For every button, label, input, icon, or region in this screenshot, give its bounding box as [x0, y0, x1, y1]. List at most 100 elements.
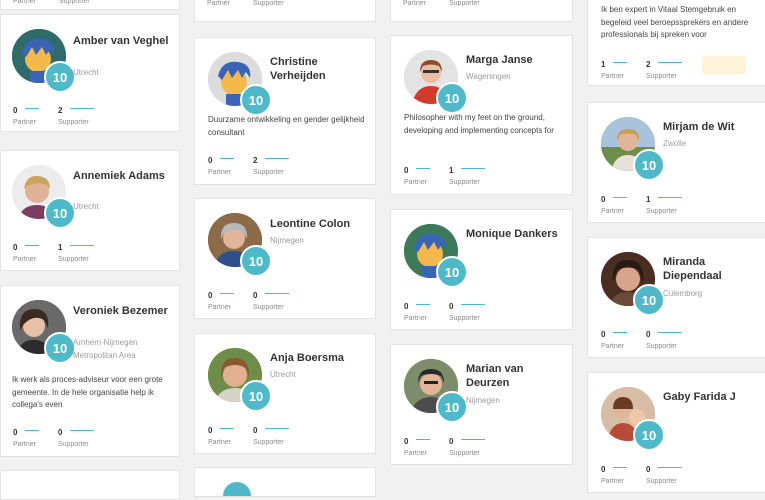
avatar[interactable]: 10 [208, 348, 272, 412]
partner-stat: 0 Partner [601, 189, 627, 215]
profile-name[interactable]: Veroniek Bezemer [73, 304, 173, 318]
profile-name[interactable]: Marian van Deurzen [466, 362, 566, 390]
profile-card-amber[interactable]: 10 Amber van Veghel Utrecht 0 Partner 2 Su… [0, 14, 180, 132]
avatar[interactable]: 10 [208, 213, 272, 277]
profile-card-gaby[interactable]: 10 Gaby Farida J 0 Partner 0 Supporter [587, 372, 765, 493]
profile-card-partial[interactable]: Partner Supporter [0, 0, 180, 10]
supporter-stat: Supporter [253, 0, 284, 7]
partner-stat: 0 Partner [208, 150, 234, 176]
profile-card-monique[interactable]: 10 Monique Dankers 0 Partner 0 Supporter [390, 209, 573, 330]
avatar[interactable]: 10 [404, 224, 468, 288]
partner-stat: 0 Partner [601, 459, 627, 485]
avatar[interactable]: 10 [12, 29, 76, 93]
profile-name[interactable]: Leontine Colon [270, 217, 370, 231]
profile-card-vitaal[interactable]: Ik ben expert in Vitaal Stemgebruik en b… [587, 0, 765, 86]
score-badge: 10 [436, 82, 468, 114]
supporter-stat: 0 Supporter [253, 420, 289, 446]
partner-stat: 0 Partner [601, 324, 627, 350]
score-badge: 10 [44, 197, 76, 229]
partner-stat: Partner [403, 0, 426, 7]
partner-stat: Partner [207, 0, 230, 7]
avatar[interactable]: 10 [601, 387, 665, 451]
score-badge: 10 [436, 391, 468, 423]
profile-card-partial[interactable]: Partner Supporter [194, 0, 376, 22]
supporter-stat: Supporter [59, 0, 90, 5]
avatar[interactable]: 10 [404, 50, 468, 114]
profile-location: Culemborg [663, 289, 703, 298]
supporter-stat: 0 Supporter [646, 459, 682, 485]
profile-name[interactable]: Amber van Veghel [73, 34, 173, 48]
avatar[interactable]: 10 [208, 52, 272, 116]
partner-stat: 0 Partner [404, 160, 430, 186]
profile-card-leontine[interactable]: 10 Leontine Colon Nijmegen 0 Partner 0 Sup… [194, 198, 376, 319]
score-badge [221, 480, 253, 496]
supporter-stat: 1 Supporter [646, 189, 682, 215]
profile-card-partial-bottom[interactable] [194, 467, 376, 497]
profile-location: Wageningen [466, 72, 511, 81]
profile-name[interactable]: Marga Janse [466, 53, 566, 67]
avatar[interactable]: 10 [601, 252, 665, 316]
score-badge: 10 [240, 84, 272, 116]
partner-stat: 1 Partner [601, 54, 627, 80]
profile-location: Nijmegen [466, 396, 500, 405]
score-badge: 10 [436, 256, 468, 288]
profile-name[interactable]: Miranda Diependaal [663, 255, 763, 283]
avatar[interactable]: 10 [12, 165, 76, 229]
score-badge: 10 [633, 284, 665, 316]
partner-stat: 0 Partner [404, 296, 430, 322]
supporter-stat: 0 Supporter [449, 431, 485, 457]
score-badge: 10 [240, 245, 272, 277]
profile-location: Utrecht [73, 202, 99, 211]
supporter-stat: 0 Supporter [253, 285, 289, 311]
profile-location: Utrecht [270, 370, 296, 379]
profile-description: Philosopher with my feet on the ground, … [404, 113, 554, 135]
supporter-stat: 0 Supporter [449, 296, 485, 322]
follow-button[interactable] [702, 56, 746, 74]
avatar[interactable]: 10 [404, 359, 468, 423]
profile-name[interactable]: Annemiek Adams [73, 169, 173, 183]
profile-description: Duurzame ontwikkeling en gender gelijkhe… [208, 115, 365, 137]
partner-stat: 0 Partner [208, 285, 234, 311]
partner-stat: Partner [13, 0, 36, 5]
supporter-stat: 2 Supporter [253, 150, 289, 176]
partner-stat: 0 Partner [13, 237, 39, 263]
score-badge: 10 [633, 149, 665, 181]
profile-name[interactable]: Monique Dankers [466, 227, 566, 241]
profile-card-veroniek[interactable]: 10 Veroniek Bezemer Arnhem-Nijmegen Metr… [0, 285, 180, 457]
profile-card-partial[interactable]: Partner Supporter [390, 0, 573, 22]
profile-card-marga[interactable]: 10 Marga Janse Wageningen Philosopher wi… [390, 35, 573, 195]
supporter-stat: 0 Supporter [646, 324, 682, 350]
profile-description: Ik werk als proces-adviseur voor een gro… [12, 375, 163, 409]
profile-description: Ik ben expert in Vitaal Stemgebruik en b… [601, 5, 749, 39]
profile-card-christine[interactable]: 10 Christine Verheijden Duurzame ontwikk… [194, 37, 376, 185]
partner-stat: 0 Partner [404, 431, 430, 457]
profile-card-partial-bottom[interactable] [0, 470, 180, 500]
supporter-stat: 1 Supporter [449, 160, 485, 186]
profile-card-miranda[interactable]: 10 Miranda Diependaal Culemborg 0 Partner… [587, 237, 765, 358]
profile-card-annemiek[interactable]: 10 Annemiek Adams Utrecht 0 Partner 1 Supp… [0, 150, 180, 271]
profile-name[interactable]: Anja Boersma [270, 351, 370, 365]
score-badge: 10 [44, 61, 76, 93]
profile-card-anja[interactable]: 10 Anja Boersma Utrecht 0 Partner 0 Suppor… [194, 333, 376, 454]
supporter-stat: 2 Supporter [646, 54, 682, 80]
profile-name[interactable]: Christine Verheijden [270, 55, 370, 83]
profile-card-mirjam[interactable]: 10 Mirjam de Wit Zwolle 0 Partner 1 Suppor… [587, 102, 765, 223]
profile-location: Zwolle [663, 139, 687, 148]
partner-stat: 0 Partner [13, 100, 39, 126]
avatar[interactable]: 10 [12, 300, 76, 364]
profile-location: Arnhem-Nijmegen Metropolitan Area [73, 338, 138, 360]
profile-name[interactable]: Gaby Farida J [663, 390, 763, 404]
score-badge: 10 [240, 380, 272, 412]
profile-card-marian[interactable]: 10 Marian van Deurzen Nijmegen 0 Partner … [390, 344, 573, 465]
profile-name[interactable]: Mirjam de Wit [663, 120, 763, 134]
score-badge: 10 [633, 419, 665, 451]
partner-stat: 0 Partner [13, 422, 39, 448]
supporter-stat: 2 Supporter [58, 100, 94, 126]
supporter-stat: Supporter [449, 0, 480, 7]
partner-stat: 0 Partner [208, 420, 234, 446]
supporter-stat: 1 Supporter [58, 237, 94, 263]
profile-location: Utrecht [73, 68, 99, 77]
profile-location: Nijmegen [270, 236, 304, 245]
avatar[interactable]: 10 [601, 117, 665, 181]
supporter-stat: 0 Supporter [58, 422, 94, 448]
